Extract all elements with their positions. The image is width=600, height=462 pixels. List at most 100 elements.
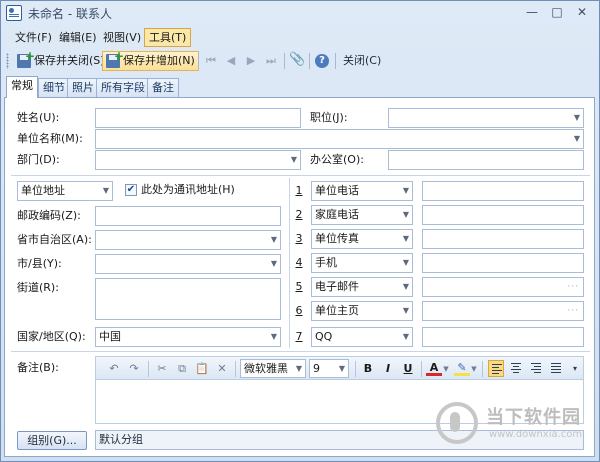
tab-details[interactable]: 细节 xyxy=(38,78,70,97)
chevron-down-icon: ▼ xyxy=(270,235,277,244)
mailing-address-label: 此处为通讯地址(H) xyxy=(141,183,235,196)
country-combo[interactable]: 中国 ▼ xyxy=(95,327,281,347)
street-textarea[interactable] xyxy=(95,278,281,320)
office-input[interactable] xyxy=(388,150,584,170)
save-close-button[interactable]: 保存并关闭(S) xyxy=(13,47,109,71)
cut-icon[interactable]: ✂ xyxy=(154,361,170,377)
underline-button[interactable]: U xyxy=(400,361,416,377)
postcode-label: 邮政编码(Z): xyxy=(17,209,81,222)
chevron-down-icon: ▼ xyxy=(402,186,409,195)
help-icon[interactable]: ? xyxy=(315,54,329,68)
toolbar-separator xyxy=(309,53,310,69)
maximize-icon[interactable]: □ xyxy=(546,3,568,21)
contact-type-combo[interactable]: QQ ▼ xyxy=(311,327,413,347)
more-icon[interactable]: ··· xyxy=(567,302,579,320)
save-add-label: 保存并增加(N) xyxy=(123,54,195,67)
company-combo[interactable]: ▼ xyxy=(95,129,584,149)
contacts-app-icon xyxy=(6,5,22,21)
font-family-combo[interactable]: 微软雅黑 ▼ xyxy=(240,359,306,378)
address-type-combo[interactable]: 单位地址 ▼ xyxy=(17,181,113,201)
highlight-icon[interactable]: ✎ xyxy=(454,361,470,376)
contact-number: 4 xyxy=(295,256,303,269)
close-button[interactable]: 关闭(C) xyxy=(339,51,385,71)
position-combo[interactable]: ▼ xyxy=(388,108,584,128)
tab-photo[interactable]: 照片 xyxy=(67,78,99,97)
city-combo[interactable]: ▼ xyxy=(95,254,281,274)
toolbar-separator xyxy=(482,361,483,377)
close-icon[interactable]: ✕ xyxy=(571,3,593,21)
align-center-icon[interactable] xyxy=(508,360,524,377)
undo-icon[interactable]: ↶ xyxy=(106,361,122,377)
contact-value-input[interactable] xyxy=(422,327,584,347)
contact-type-value: 单位传真 xyxy=(315,232,359,245)
contact-type-value: 手机 xyxy=(315,256,337,269)
justify-icon[interactable] xyxy=(548,360,564,377)
name-input[interactable] xyxy=(95,108,301,128)
font-color-dropdown-icon[interactable]: ▼ xyxy=(442,361,450,377)
previous-record-icon[interactable]: ◀ xyxy=(223,53,239,69)
menu-tools[interactable]: 工具(T) xyxy=(144,28,192,47)
chevron-down-icon: ▼ xyxy=(402,234,409,243)
menu-file[interactable]: 文件(F) xyxy=(11,28,56,47)
minimize-icon[interactable]: — xyxy=(521,3,543,21)
italic-button[interactable]: I xyxy=(380,361,396,377)
contact-type-combo[interactable]: 家庭电话 ▼ xyxy=(311,205,413,225)
contact-value-input[interactable] xyxy=(422,229,584,249)
contact-type-combo[interactable]: 单位主页 ▼ xyxy=(311,301,413,321)
chevron-down-icon: ▼ xyxy=(295,364,302,373)
paste-icon[interactable]: 📋 xyxy=(194,361,210,377)
redo-icon[interactable]: ↷ xyxy=(126,361,142,377)
position-label: 职位(J): xyxy=(310,111,348,124)
province-label: 省市自治区(A): xyxy=(17,233,92,246)
tab-all-fields[interactable]: 所有字段 xyxy=(96,78,150,97)
dept-combo[interactable]: ▼ xyxy=(95,150,301,170)
homepage-input[interactable]: ··· xyxy=(422,301,584,321)
contact-value-input[interactable] xyxy=(422,205,584,225)
next-record-icon[interactable]: ▶ xyxy=(243,53,259,69)
font-color-button[interactable]: A xyxy=(426,361,442,376)
contact-number: 1 xyxy=(295,184,303,197)
tab-notes[interactable]: 备注 xyxy=(147,78,179,97)
font-size-combo[interactable]: 9 ▼ xyxy=(309,359,349,378)
watermark-icon xyxy=(436,402,478,444)
email-input[interactable]: ··· xyxy=(422,277,584,297)
province-combo[interactable]: ▼ xyxy=(95,230,281,250)
contact-type-combo[interactable]: 电子邮件 ▼ xyxy=(311,277,413,297)
toolbar-separator xyxy=(235,361,236,377)
bold-button[interactable]: B xyxy=(360,361,376,377)
name-label: 姓名(U): xyxy=(17,111,60,124)
menu-edit[interactable]: 编辑(E) xyxy=(55,28,101,47)
last-record-icon[interactable]: ⏭ xyxy=(263,53,279,69)
country-value: 中国 xyxy=(99,330,121,343)
contact-value-input[interactable] xyxy=(422,253,584,273)
toolbar-overflow-icon[interactable]: ▾ xyxy=(570,361,580,377)
highlight-dropdown-icon[interactable]: ▼ xyxy=(470,361,478,377)
contact-type-combo[interactable]: 手机 ▼ xyxy=(311,253,413,273)
chevron-down-icon: ▼ xyxy=(573,134,580,143)
postcode-input[interactable] xyxy=(95,206,281,226)
watermark-text: 当下软件园 xyxy=(486,407,581,428)
first-record-icon[interactable]: ⏮ xyxy=(203,53,219,69)
contact-type-combo[interactable]: 单位传真 ▼ xyxy=(311,229,413,249)
more-icon[interactable]: ··· xyxy=(567,278,579,296)
align-left-icon[interactable] xyxy=(488,360,504,377)
delete-icon[interactable]: ✕ xyxy=(214,361,230,377)
contact-type-value: 单位主页 xyxy=(315,304,359,317)
contact-type-value: QQ xyxy=(315,330,333,343)
mailing-address-checkbox[interactable]: ✔ xyxy=(125,184,137,196)
paperclip-icon[interactable]: 📎 xyxy=(289,52,305,70)
copy-icon[interactable]: ⧉ xyxy=(174,361,190,377)
save-add-button[interactable]: 保存并增加(N) xyxy=(102,47,199,71)
toolbar-grip[interactable] xyxy=(6,53,9,69)
group-button[interactable]: 组别(G)... xyxy=(17,431,87,450)
contact-number: 5 xyxy=(295,280,303,293)
align-right-icon[interactable] xyxy=(528,360,544,377)
menu-view[interactable]: 视图(V) xyxy=(99,28,145,47)
contact-number: 6 xyxy=(295,304,303,317)
tab-general[interactable]: 常规 xyxy=(6,76,38,98)
contact-type-combo[interactable]: 单位电话 ▼ xyxy=(311,181,413,201)
save-close-label: 保存并关闭(S) xyxy=(34,54,105,67)
contact-value-input[interactable] xyxy=(422,181,584,201)
toolbar-separator xyxy=(421,361,422,377)
chevron-down-icon: ▼ xyxy=(402,258,409,267)
